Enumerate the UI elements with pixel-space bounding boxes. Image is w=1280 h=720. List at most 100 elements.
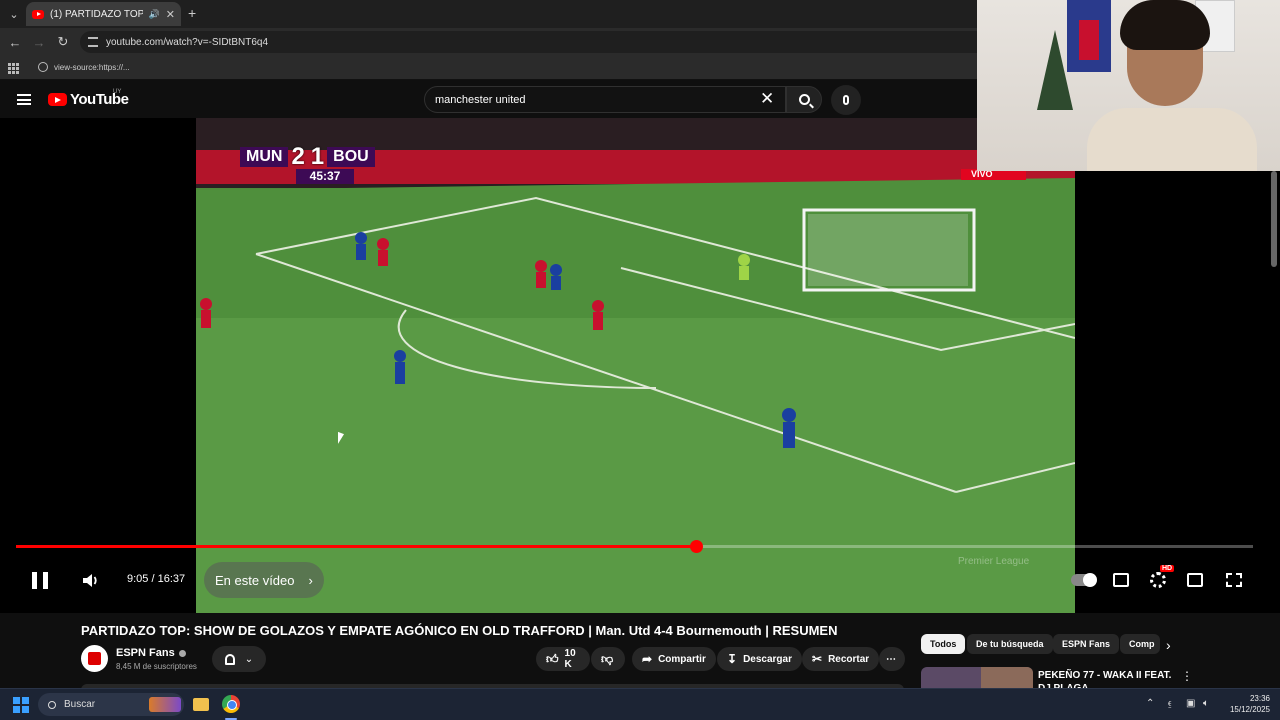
broadcast-watermark: Premier League [958,556,1030,567]
chapters-button[interactable]: En este vídeo › [204,562,324,598]
windows-icon[interactable] [13,697,29,713]
video-frame[interactable] [196,118,1075,613]
clock-time: 23:36 [1249,694,1270,703]
notifications-button[interactable]: ⌄ [212,646,266,672]
clock-date: 15/12/2025 [1229,705,1270,714]
tab-audio-icon[interactable]: 🔊 [149,9,160,20]
apps-icon[interactable] [8,63,19,74]
search-highlight-icon [149,697,181,712]
streamer-hair [1120,0,1210,50]
globe-icon [38,62,48,72]
country-code: UY [113,89,122,95]
clip-label: Recortar [828,653,870,665]
volume-icon[interactable] [82,573,100,588]
chevron-down-icon: ⌄ [244,653,254,665]
scoreboard: MUN 2 1 BOU [240,143,375,170]
video-title: PARTIDAZO TOP: SHOW DE GOLAZOS Y EMPATE … [81,623,838,638]
miniplayer-icon[interactable] [1187,573,1203,587]
subscriber-count: 8,45 M de suscriptores [116,662,197,671]
verified-icon [178,649,186,657]
site-info-icon[interactable] [88,37,98,47]
more-actions-button[interactable]: ⋯ [879,647,905,671]
windows-taskbar: Buscar ⌃ ⍷ ▣ 🔈︎ 23:36 15/12/2025 [0,688,1280,720]
bookmark-label: view-source:https://... [54,62,130,72]
scrubber-handle[interactable] [690,540,703,553]
recommended-title[interactable]: PEKEÑO 77 - WAKA II FEAT. DJ PLAGA [1038,669,1173,689]
like-icon: 👍︎ [546,651,559,666]
more-vertical-icon[interactable]: ⋮ [1181,669,1193,683]
menu-icon[interactable] [17,94,31,105]
chevron-right-icon: › [308,572,313,588]
subtitles-icon[interactable] [1113,573,1129,587]
clip-button[interactable]: ✂ Recortar [802,647,880,671]
avatar[interactable] [81,645,108,672]
folder-icon[interactable] [193,698,209,711]
more-icon: ⋯ [886,653,896,665]
away-team: BOU [327,147,375,167]
dislike-icon: 👎︎ [601,651,614,666]
chip-comp[interactable]: Comp [1120,634,1160,654]
chip-todos[interactable]: Todos [921,634,966,654]
fullscreen-icon[interactable] [1226,573,1242,587]
webcam-overlay [977,0,1280,171]
voice-search-button[interactable] [831,85,861,115]
speaker-icon[interactable]: 🔈︎ [1203,698,1209,709]
browser-tab[interactable]: (1) PARTIDAZO TOP: SHOW 🔊 ✕ [26,2,181,26]
youtube-favicon-icon [32,9,44,19]
new-tab-button[interactable]: + [188,5,196,21]
channel-name-link[interactable]: ESPN Fans [116,647,186,659]
streamer-body [1087,108,1257,171]
chevron-right-icon[interactable]: › [1166,637,1171,653]
taskbar-search[interactable]: Buscar [38,693,184,716]
search-icon [798,94,810,105]
chip-espn-fans[interactable]: ESPN Fans [1053,634,1120,654]
home-goals: 2 [291,143,305,170]
gear-icon[interactable] [1150,572,1166,588]
time-display: 9:05 / 16:37 [127,573,186,585]
like-count: 10 K [564,648,576,670]
taskbar-search-label: Buscar [64,699,96,710]
search-button[interactable] [786,86,822,113]
tab-title: (1) PARTIDAZO TOP: SHOW [50,8,143,20]
channel-name: ESPN Fans [116,647,175,659]
match-clock: 45:37 [296,169,354,184]
network-icon[interactable]: ▣ [1186,698,1195,709]
download-button[interactable]: ↧ Descargar [717,647,802,671]
autoplay-toggle[interactable] [1071,573,1097,587]
share-label: Compartir [658,653,706,665]
bookmark-item[interactable]: view-source:https://... [38,62,130,72]
download-icon: ↧ [727,652,738,666]
like-button[interactable]: 👍︎ 10 K [536,647,590,671]
mouse-cursor-icon [338,431,344,447]
forward-icon[interactable]: → [30,33,48,51]
mic-icon[interactable]: ⍷ [1167,698,1173,709]
dislike-button[interactable]: 👎︎ [591,647,625,671]
pitch-scene [196,118,1075,613]
bell-icon [224,653,235,665]
chrome-icon[interactable] [222,695,240,713]
back-icon[interactable]: ← [6,33,24,51]
search-input[interactable]: manchester united [424,86,786,113]
share-button[interactable]: ➦ Compartir [632,647,716,671]
chapters-label: En este vídeo [215,572,295,588]
mic-icon [843,95,849,105]
share-icon: ➦ [642,652,653,666]
tab-close-icon[interactable]: ✕ [166,8,175,21]
away-goals: 1 [310,143,325,170]
youtube-play-icon [48,93,67,106]
scissors-icon: ✂ [812,652,823,666]
jersey-on-wall [1067,0,1111,72]
page-scrollbar[interactable] [1271,171,1277,267]
pause-icon[interactable] [32,572,48,589]
system-clock[interactable]: 23:36 15/12/2025 [1222,693,1270,715]
tab-list-icon[interactable]: ⌄ [4,4,24,24]
download-label: Descargar [743,653,792,665]
chip-de-tu-busqueda[interactable]: De tu búsqueda [967,634,1053,654]
reload-icon[interactable]: ↻ [54,33,72,51]
hd-badge: HD [1160,565,1175,572]
progress-played [16,545,696,548]
search-icon [48,700,56,709]
home-team: MUN [240,147,289,167]
close-icon[interactable]: ✕ [760,90,774,108]
chevron-up-icon[interactable]: ⌃ [1146,698,1154,709]
